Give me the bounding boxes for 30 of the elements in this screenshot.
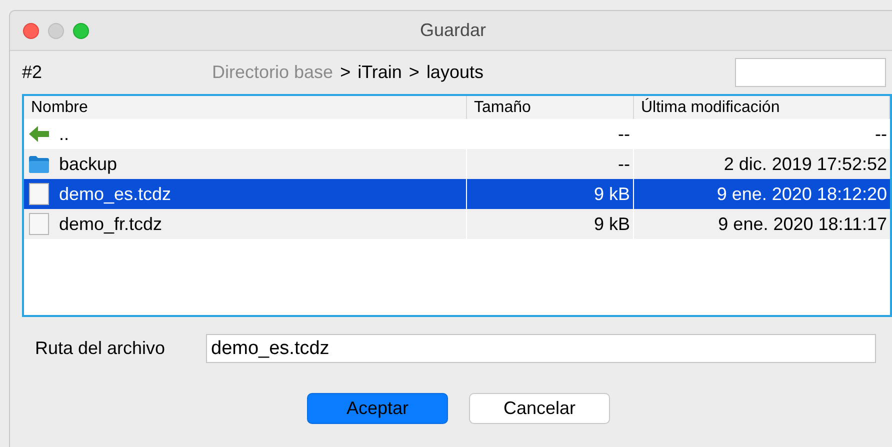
file-row[interactable]: demo_es.tcdz 9 kB 9 ene. 2020 18:12:20 [24,179,890,209]
file-name: .. [59,122,70,146]
dialog-button[interactable]: Aceptar [307,393,448,424]
modified-date: 9 ene. 2020 18:12:20 [716,183,888,206]
modified-date: -- [874,123,888,146]
file-name: demo_es.tcdz [59,182,172,206]
breadcrumb-item[interactable]: > [340,59,351,86]
file-icon [29,183,49,205]
minimize-button[interactable] [48,22,64,38]
window-title: Guardar [420,19,486,42]
modified-date: 9 ene. 2020 18:11:17 [717,213,888,236]
file-icon [29,213,49,235]
file-name: demo_fr.tcdz [59,212,162,236]
file-size: 9 kB [467,209,634,239]
close-button[interactable] [23,22,39,38]
path-field[interactable]: demo_es.tcdz [206,334,876,363]
back-arrow-icon [29,126,49,142]
breadcrumb-item[interactable]: layouts [426,59,484,86]
modified-date: 2 dic. 2019 17:52:52 [722,153,888,176]
search-field[interactable] [735,58,886,87]
path-label: Ruta del archivo [35,337,166,360]
file-row[interactable]: demo_fr.tcdz 9 kB 9 ene. 2020 18:11:17 [24,209,890,239]
breadcrumb-item[interactable]: > [408,59,420,86]
file-name: backup [59,152,118,176]
directory-label: #2 [22,61,44,84]
dialog-button[interactable]: Cancelar [469,393,610,424]
zoom-button[interactable] [73,22,89,38]
folder-icon [29,156,49,172]
breadcrumb-item[interactable]: iTrain [358,59,402,86]
file-row[interactable]: backup -- 2 dic. 2019 17:52:52 [24,149,890,179]
